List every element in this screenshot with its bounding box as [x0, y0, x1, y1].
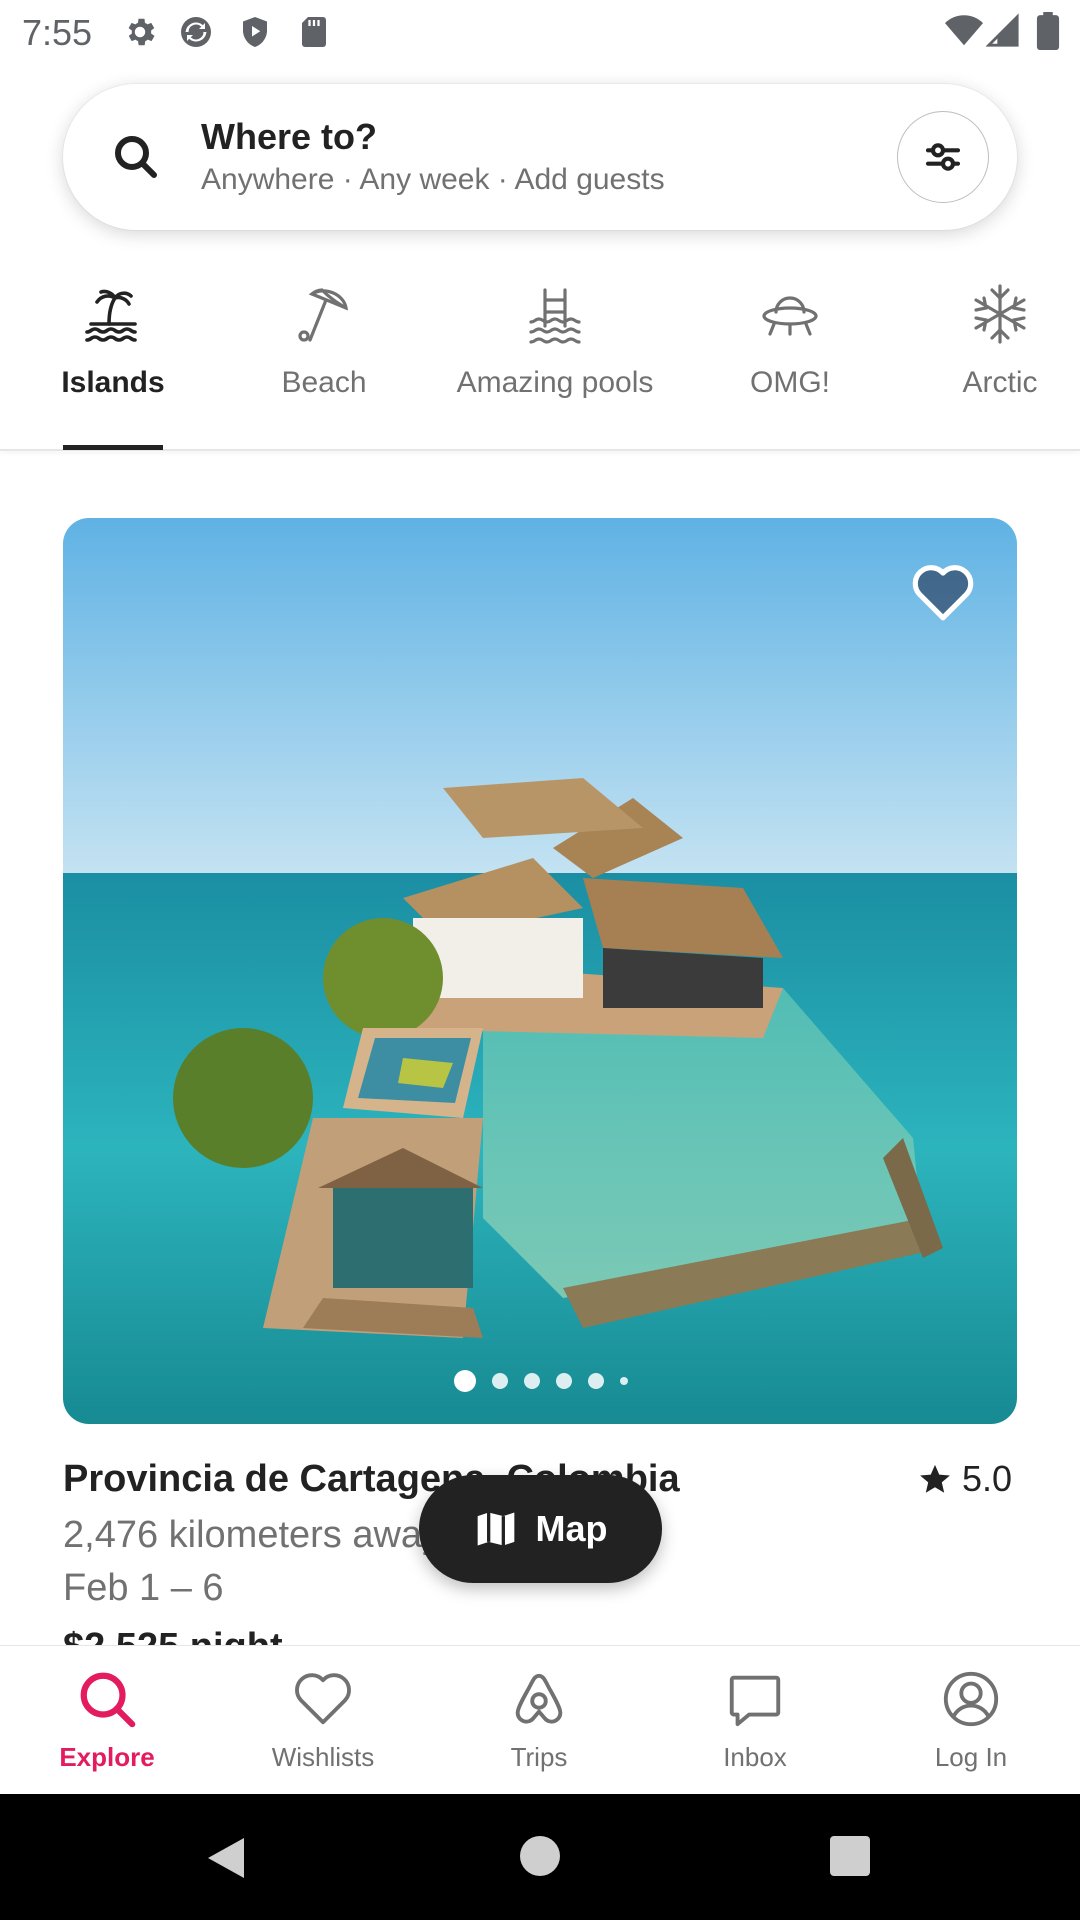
recents-icon[interactable]	[830, 1836, 870, 1876]
nav-label: Trips	[510, 1742, 568, 1772]
listing-rating: 5.0	[918, 1458, 1012, 1500]
map-button[interactable]: Map	[419, 1475, 662, 1583]
active-category-indicator	[63, 445, 163, 450]
nav-trips[interactable]: Trips	[459, 1668, 619, 1773]
chat-icon	[729, 1675, 781, 1727]
profile-icon	[943, 1671, 999, 1727]
rating-value: 5.0	[962, 1458, 1013, 1499]
wifi-icon	[945, 15, 983, 46]
category-label: OMG!	[750, 366, 830, 399]
nav-log-in[interactable]: Log In	[891, 1668, 1051, 1773]
category-label: Amazing pools	[456, 366, 654, 399]
airbnb-logo-icon	[515, 1673, 563, 1724]
star-icon	[920, 1464, 950, 1493]
save-heart-icon[interactable]	[910, 560, 976, 622]
category-arctic[interactable]: Arctic	[930, 282, 1070, 400]
search-icon	[115, 136, 157, 178]
category-label: Islands	[61, 366, 165, 399]
filters-button[interactable]	[897, 111, 989, 203]
settings-icon	[128, 18, 155, 46]
pagination-dot	[556, 1373, 572, 1389]
nav-explore[interactable]: Explore	[27, 1668, 187, 1773]
category-label: Arctic	[962, 366, 1038, 399]
status-bar	[0, 0, 1080, 62]
pagination-dot	[620, 1377, 628, 1385]
nav-wishlists[interactable]: Wishlists	[243, 1668, 403, 1773]
ufo-icon	[762, 296, 818, 336]
category-islands[interactable]: Islands	[43, 282, 183, 400]
nav-label: Wishlists	[271, 1742, 375, 1772]
listing-image	[63, 518, 1017, 1424]
search-subtitle: Anywhere · Any week · Add guests	[201, 163, 665, 196]
battery-icon	[1036, 12, 1060, 50]
category-omg[interactable]: OMG!	[720, 282, 860, 400]
home-icon[interactable]	[520, 1836, 560, 1876]
play-protect-icon	[243, 17, 267, 47]
pagination-dot	[492, 1373, 508, 1389]
category-beach[interactable]: Beach	[254, 282, 394, 400]
sd-card-icon	[302, 17, 326, 47]
map-button-label: Map	[535, 1508, 608, 1549]
search-title: Where to?	[201, 116, 377, 157]
pagination-dot	[588, 1373, 604, 1389]
pagination-dot	[454, 1370, 476, 1392]
nav-label: Inbox	[723, 1742, 787, 1772]
nav-inbox[interactable]: Inbox	[675, 1668, 835, 1773]
map-icon	[477, 1512, 514, 1546]
category-amazing-pools[interactable]: Amazing pools	[440, 282, 670, 400]
pagination-dot	[524, 1373, 540, 1389]
listing-photo[interactable]	[63, 518, 1017, 1424]
status-time: 7:55	[22, 12, 93, 53]
island-icon	[85, 289, 137, 342]
heart-icon	[295, 1673, 351, 1725]
filters-icon	[925, 143, 961, 171]
umbrella-icon	[298, 288, 348, 342]
sync-icon	[181, 17, 211, 47]
nav-label: Explore	[59, 1742, 155, 1772]
signal-icon	[986, 13, 1019, 47]
snowflake-icon	[974, 284, 1026, 344]
listing-dates: Feb 1 – 6	[63, 1567, 224, 1609]
nav-label: Log In	[934, 1742, 1008, 1772]
pool-icon	[529, 288, 581, 344]
search-icon	[80, 1672, 136, 1728]
back-icon[interactable]	[204, 1834, 248, 1882]
category-label: Beach	[281, 366, 367, 399]
listing-distance: 2,476 kilometers away	[63, 1514, 442, 1556]
photo-pagination-dots	[454, 1370, 628, 1392]
